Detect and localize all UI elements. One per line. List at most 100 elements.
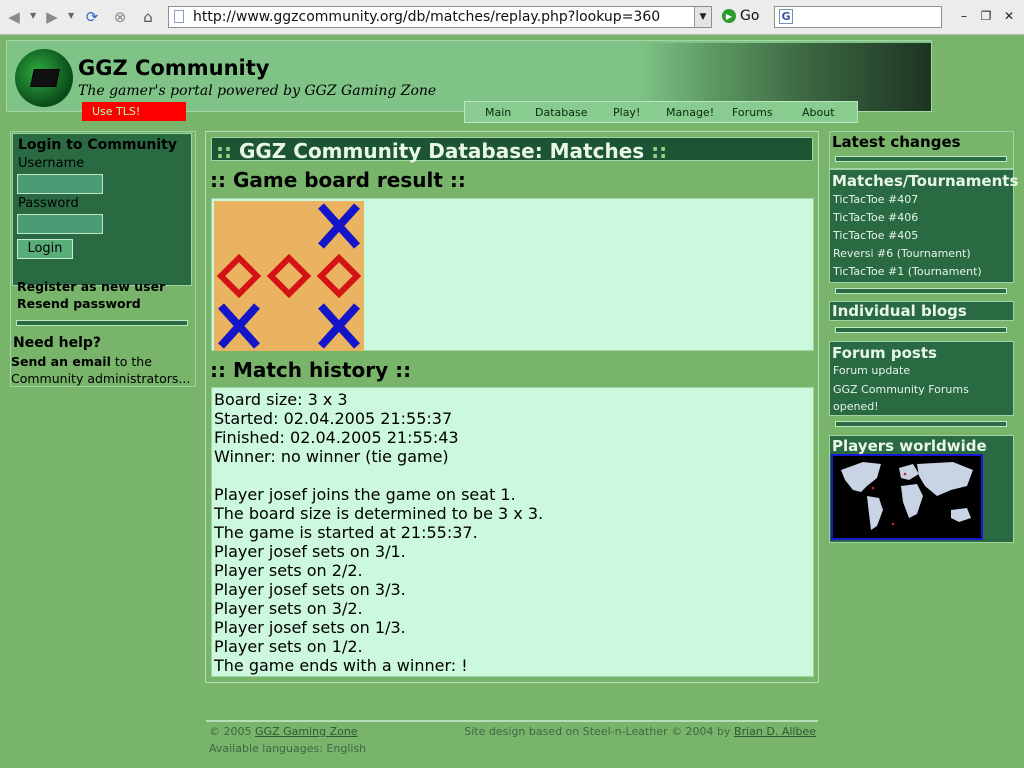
history-line: The board size is determined to be 3 x 3…: [214, 504, 544, 523]
site-title: GGZ Community: [78, 56, 270, 80]
forum-post-link[interactable]: Forum update: [833, 364, 910, 377]
reload-icon[interactable]: ⟳: [82, 7, 102, 27]
players-heading: Players worldwide: [832, 437, 987, 455]
help-title: Need help?: [13, 335, 102, 351]
title-suffix: ::: [651, 139, 668, 163]
use-tls-link[interactable]: Use TLS!: [82, 102, 186, 121]
latest-changes-heading: Latest changes: [832, 133, 961, 151]
right-separator: [835, 156, 1007, 162]
close-icon[interactable]: ✕: [998, 6, 1020, 26]
main-title-bar: :: GGZ Community Database: Matches ::: [211, 137, 813, 163]
forum-heading: Forum posts: [832, 344, 937, 362]
resend-password-link[interactable]: Resend password: [17, 296, 141, 311]
send-email-link[interactable]: Send an email: [11, 354, 111, 369]
nav-main[interactable]: Main: [485, 106, 511, 119]
history-line: Player sets on 1/2.: [214, 637, 363, 656]
username-input[interactable]: [17, 174, 103, 194]
history-line: Player josef joins the game on seat 1.: [214, 485, 516, 504]
footer-divider: [206, 720, 818, 722]
match-link[interactable]: TicTacToe #1 (Tournament): [833, 265, 982, 278]
history-line: The game is started at 21:55:37.: [214, 523, 478, 542]
history-line: Board size: 3 x 3: [214, 390, 348, 409]
match-link[interactable]: Reversi #6 (Tournament): [833, 247, 971, 260]
history-line: The game ends with a winner: !: [214, 656, 468, 675]
main-content: :: GGZ Community Database: Matches :: ::…: [205, 131, 819, 683]
password-label: Password: [18, 196, 79, 211]
restore-icon[interactable]: ❐: [975, 6, 997, 26]
help-text: Send an email to the Community administr…: [11, 353, 196, 387]
footer-languages: Available languages: English: [209, 742, 367, 755]
history-line: Player josef sets on 3/1.: [214, 542, 406, 561]
minimize-icon[interactable]: –: [953, 6, 975, 26]
register-link[interactable]: Register as new user: [17, 279, 165, 294]
page-title-text: GGZ Community Database: Matches: [238, 139, 645, 163]
footer-copyright-prefix: © 2005: [209, 725, 255, 738]
help-text-rest: to the: [110, 354, 152, 369]
login-title: Login to Community: [18, 137, 178, 153]
game-board: [214, 201, 364, 351]
matches-box: Matches/Tournaments TicTacToe #407 TicTa…: [829, 169, 1018, 283]
login-box: Login to Community Username Password Log…: [12, 133, 192, 311]
back-history-icon[interactable]: ▼: [30, 11, 36, 20]
world-map-graphic: [841, 462, 973, 530]
search-box[interactable]: G: [774, 6, 942, 28]
match-link[interactable]: TicTacToe #407: [833, 193, 918, 206]
match-link[interactable]: TicTacToe #405: [833, 229, 918, 242]
nav-forums[interactable]: Forums: [732, 106, 773, 119]
page-title: :: GGZ Community Database: Matches ::: [216, 139, 667, 163]
blogs-box: Individual blogs: [829, 301, 1014, 321]
history-line: Player sets on 3/2.: [214, 599, 363, 618]
board-heading: :: Game board result ::: [210, 168, 466, 192]
browser-toolbar: ◀ ▼ ▶ ▼ ⟳ ⊗ ⌂ http://www.ggzcommunity.or…: [0, 0, 1024, 35]
nav-play[interactable]: Play!: [613, 106, 640, 119]
back-icon[interactable]: ◀: [4, 7, 24, 27]
go-button[interactable]: ▶ Go: [722, 8, 759, 24]
nav-manage[interactable]: Manage!: [666, 106, 714, 119]
history-line: Started: 02.04.2005 21:55:37: [214, 409, 453, 428]
footer-design-credit: Site design based on Steel-n-Leather © 2…: [464, 725, 816, 738]
history-panel: Board size: 3 x 3 Started: 02.04.2005 21:…: [211, 387, 814, 677]
title-prefix: ::: [216, 139, 232, 163]
address-dropdown-icon[interactable]: ▼: [694, 7, 711, 27]
footer-design-prefix: Site design based on Steel-n-Leather © 2…: [464, 725, 735, 738]
history-line: Finished: 02.04.2005 21:55:43: [214, 428, 459, 447]
address-bar[interactable]: http://www.ggzcommunity.org/db/matches/r…: [168, 6, 712, 28]
right-separator: [835, 288, 1007, 294]
web-page: GGZ Community The gamer's portal powered…: [0, 35, 1024, 768]
go-label: Go: [740, 8, 760, 24]
password-input[interactable]: [17, 214, 103, 234]
address-url[interactable]: http://www.ggzcommunity.org/db/matches/r…: [193, 9, 660, 25]
left-separator: [16, 320, 188, 326]
forward-icon[interactable]: ▶: [42, 7, 62, 27]
right-separator: [835, 327, 1007, 333]
forum-box: Forum posts Forum update GGZ Community F…: [829, 341, 1014, 416]
right-sidebar: Latest changes Matches/Tournaments TicTa…: [829, 131, 1018, 543]
history-heading: :: Match history ::: [210, 358, 412, 382]
login-button[interactable]: Login: [17, 239, 73, 259]
history-line: Winner: no winner (tie game): [214, 447, 449, 466]
footer-copyright: © 2005 GGZ Gaming Zone: [209, 725, 358, 738]
stop-icon[interactable]: ⊗: [110, 7, 130, 27]
author-link[interactable]: Brian D. Allbee: [734, 725, 816, 738]
help-text-line2: Community administrators...: [11, 371, 191, 386]
ggz-logo-icon[interactable]: [15, 49, 73, 107]
ggz-gaming-zone-link[interactable]: GGZ Gaming Zone: [255, 725, 358, 738]
world-map[interactable]: [831, 454, 983, 540]
blogs-heading[interactable]: Individual blogs: [832, 302, 967, 320]
home-icon[interactable]: ⌂: [138, 7, 158, 27]
forum-post-link[interactable]: opened!: [833, 400, 879, 413]
right-separator: [835, 421, 1007, 427]
username-label: Username: [18, 156, 85, 171]
nav-about[interactable]: About: [802, 106, 835, 119]
match-link[interactable]: TicTacToe #406: [833, 211, 918, 224]
matches-heading: Matches/Tournaments: [832, 172, 1019, 190]
nav-database[interactable]: Database: [535, 106, 588, 119]
page-icon: [174, 10, 184, 23]
forum-post-link[interactable]: GGZ Community Forums: [833, 383, 969, 396]
forward-history-icon[interactable]: ▼: [68, 11, 74, 20]
google-search-icon[interactable]: G: [779, 9, 793, 24]
site-tagline: The gamer's portal powered by GGZ Gaming…: [78, 83, 437, 99]
top-navigation: Main Database Play! Manage! Forums About: [464, 101, 858, 123]
history-line: Player josef sets on 3/3.: [214, 580, 406, 599]
board-panel: [211, 198, 814, 351]
